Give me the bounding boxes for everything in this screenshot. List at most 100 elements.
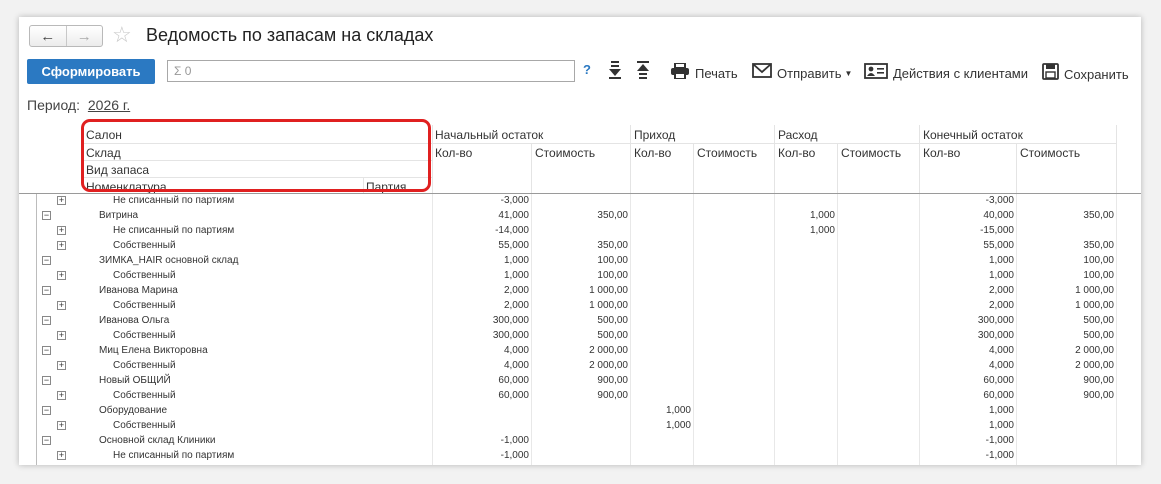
cell-value: 350,00 xyxy=(597,240,628,251)
collapse-toggle-icon[interactable]: − xyxy=(42,406,51,415)
chevron-down-icon: ▼ xyxy=(844,68,853,78)
table-row: − Новый ОБЩИЙ 60,000 900,00 60,000 900,00 xyxy=(19,374,1141,389)
generate-button[interactable]: Сформировать xyxy=(27,59,155,84)
header-qty: Кол-во xyxy=(923,146,961,160)
row-label: Собственный xyxy=(113,420,176,431)
header-closing-balance: Конечный остаток xyxy=(923,128,1023,142)
collapse-all-icon[interactable] xyxy=(636,60,650,85)
cell-value: 1,000 xyxy=(809,210,835,221)
printer-icon xyxy=(670,62,690,84)
collapse-toggle-icon[interactable]: − xyxy=(42,286,51,295)
expand-toggle-icon[interactable]: + xyxy=(57,301,66,310)
cell-value: 100,00 xyxy=(597,270,628,281)
highlight-frame xyxy=(81,119,431,192)
cell-value: 2 000,00 xyxy=(589,360,628,371)
collapse-toggle-icon[interactable]: − xyxy=(42,211,51,220)
cell-value: 1,000 xyxy=(988,255,1014,266)
table-row: + Не списанный по партиям -1,000 -1,000 xyxy=(19,449,1141,464)
cell-value: 350,00 xyxy=(597,210,628,221)
cell-value: 500,00 xyxy=(1083,315,1114,326)
cell-value: 1,000 xyxy=(809,225,835,236)
cell-value: 2 000,00 xyxy=(1075,345,1114,356)
cell-value: 900,00 xyxy=(1083,390,1114,401)
cell-value: 2,000 xyxy=(988,300,1014,311)
cell-value: -14,000 xyxy=(495,225,529,236)
period-value-link[interactable]: 2026 г. xyxy=(88,97,130,113)
row-label: Собственный xyxy=(113,300,176,311)
collapse-toggle-icon[interactable]: − xyxy=(42,316,51,325)
cell-value: 1 000,00 xyxy=(1075,285,1114,296)
client-actions-button[interactable]: Действия с клиентами xyxy=(864,63,1028,84)
cell-value: 1,000 xyxy=(665,420,691,431)
save-button[interactable]: Сохранить xyxy=(1042,63,1129,85)
expand-toggle-icon[interactable]: + xyxy=(57,331,66,340)
table-row: − Миц Елена Викторовна 4,000 2 000,00 4,000 2… xyxy=(19,344,1141,359)
back-button[interactable]: ← xyxy=(30,26,66,46)
header-opening-balance: Начальный остаток xyxy=(435,128,544,142)
cell-value: 60,000 xyxy=(983,375,1014,386)
cell-value: 500,00 xyxy=(1083,330,1114,341)
forward-button[interactable]: → xyxy=(65,26,103,46)
cell-value: -1,000 xyxy=(985,435,1014,446)
cell-value: 1,000 xyxy=(988,420,1014,431)
header-cost: Стоимость xyxy=(841,146,902,160)
row-label: Оборудование xyxy=(99,405,168,416)
cell-value: 4,000 xyxy=(503,345,529,356)
help-button[interactable]: ? xyxy=(583,62,591,77)
arrow-left-icon: ← xyxy=(40,27,56,45)
sum-field[interactable] xyxy=(167,60,575,82)
table-row: + Не списанный по партиям -3,000 -3,000 xyxy=(19,194,1141,209)
collapse-toggle-icon[interactable]: − xyxy=(42,346,51,355)
expand-toggle-icon[interactable]: + xyxy=(57,226,66,235)
period-label: Период: xyxy=(27,97,80,113)
cell-value: 1,000 xyxy=(988,405,1014,416)
send-button[interactable]: Отправить ▼ xyxy=(752,63,852,83)
table-row: + Собственный 60,000 900,00 60,000 900,00 xyxy=(19,389,1141,404)
expand-toggle-icon[interactable]: + xyxy=(57,196,66,205)
table-row: − Оборудование 1,000 1,000 xyxy=(19,404,1141,419)
header-expense: Расход xyxy=(778,128,818,142)
expand-toggle-icon[interactable]: + xyxy=(57,361,66,370)
cell-value: -15,000 xyxy=(980,225,1014,236)
header-qty: Кол-во xyxy=(778,146,816,160)
cell-value: 900,00 xyxy=(597,390,628,401)
cell-value: 1,000 xyxy=(988,270,1014,281)
collapse-toggle-icon[interactable]: − xyxy=(42,256,51,265)
cell-value: 350,00 xyxy=(1083,240,1114,251)
table-row: − Иванова Ольга 300,000 500,00 300,000 500,00 xyxy=(19,314,1141,329)
expand-toggle-icon[interactable]: + xyxy=(57,421,66,430)
cell-value: 300,000 xyxy=(977,315,1014,326)
expand-toggle-icon[interactable]: + xyxy=(57,241,66,250)
cell-value: 55,000 xyxy=(983,240,1014,251)
floppy-disk-icon xyxy=(1042,63,1059,85)
cell-value: 4,000 xyxy=(503,360,529,371)
header-qty: Кол-во xyxy=(435,146,473,160)
collapse-toggle-icon[interactable]: − xyxy=(42,376,51,385)
expand-all-icon[interactable] xyxy=(608,60,622,85)
expand-toggle-icon[interactable]: + xyxy=(57,271,66,280)
collapse-toggle-icon[interactable]: − xyxy=(42,436,51,445)
cell-value: -3,000 xyxy=(500,195,529,206)
client-actions-label: Действия с клиентами xyxy=(893,66,1029,81)
cell-value: -1,000 xyxy=(500,450,529,461)
cell-value: 40,000 xyxy=(983,210,1014,221)
cell-value: 60,000 xyxy=(498,390,529,401)
contact-card-icon xyxy=(864,63,888,84)
row-label: Миц Елена Викторовна xyxy=(99,345,208,356)
table-row: − Витрина 41,000 350,00 1,000 40,000 350,00 xyxy=(19,209,1141,224)
send-label: Отправить xyxy=(777,65,842,81)
expand-toggle-icon[interactable]: + xyxy=(57,451,66,460)
print-label: Печать xyxy=(695,66,738,81)
table-row: + Собственный 55,000 350,00 55,000 350,00 xyxy=(19,239,1141,254)
row-label: Не списанный по партиям xyxy=(113,450,235,461)
print-button[interactable]: Печать xyxy=(670,62,738,84)
envelope-icon xyxy=(752,63,772,83)
table-row: − Основной склад Клиники -1,000 -1,000 xyxy=(19,434,1141,449)
row-label: Собственный xyxy=(113,360,176,371)
row-label: Не списанный по партиям xyxy=(113,225,235,236)
expand-toggle-icon[interactable]: + xyxy=(57,391,66,400)
navigation-buttons: ← → xyxy=(29,25,103,47)
header-receipt: Приход xyxy=(634,128,676,142)
favorite-star-icon[interactable]: ☆ xyxy=(112,23,132,47)
row-label: Собственный xyxy=(113,330,176,341)
